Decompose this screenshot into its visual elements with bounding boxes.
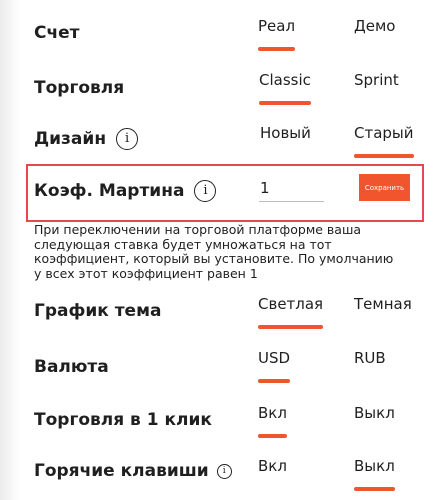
info-icon[interactable]: i (116, 128, 139, 150)
option-off[interactable]: Выкл (354, 403, 395, 423)
save-button[interactable]: Сохранить (359, 174, 410, 201)
option-demo[interactable]: Демо (354, 16, 395, 36)
martin-hint-text: При переключении на торговой платформе в… (34, 222, 394, 281)
option-dark[interactable]: Темная (354, 294, 412, 314)
left-panel-shadow (0, 0, 20, 500)
option-classic[interactable]: Classic (259, 70, 311, 105)
info-icon[interactable]: i (194, 180, 217, 202)
setting-label: Счет (34, 23, 80, 43)
option-sprint[interactable]: Sprint (354, 70, 399, 90)
option-off[interactable]: Выкл (354, 456, 395, 491)
info-icon[interactable]: i (216, 463, 232, 479)
setting-label: Торговля в 1 клик (34, 410, 212, 430)
setting-label: Горячие клавиши i (34, 460, 232, 482)
option-light[interactable]: Светлая (258, 294, 324, 329)
option-new[interactable]: Новый (260, 123, 311, 143)
option-real[interactable]: Реал (258, 16, 296, 51)
setting-label-text: Дизайн (34, 129, 107, 149)
option-old[interactable]: Старый (354, 123, 414, 158)
martin-coefficient-input[interactable] (259, 177, 324, 202)
setting-label: Валюта (34, 357, 109, 377)
option-on[interactable]: Вкл (258, 456, 287, 476)
setting-label: Торговля (34, 78, 125, 98)
setting-label: График тема (34, 301, 162, 321)
option-rub[interactable]: RUB (354, 348, 386, 368)
setting-label: Коэф. Мартина i (34, 180, 217, 202)
setting-label-text: Коэф. Мартина (34, 181, 185, 201)
setting-label: Дизайн i (34, 128, 139, 150)
setting-label-text: Горячие клавиши (34, 461, 209, 481)
option-on[interactable]: Вкл (258, 403, 287, 438)
option-usd[interactable]: USD (258, 348, 291, 383)
